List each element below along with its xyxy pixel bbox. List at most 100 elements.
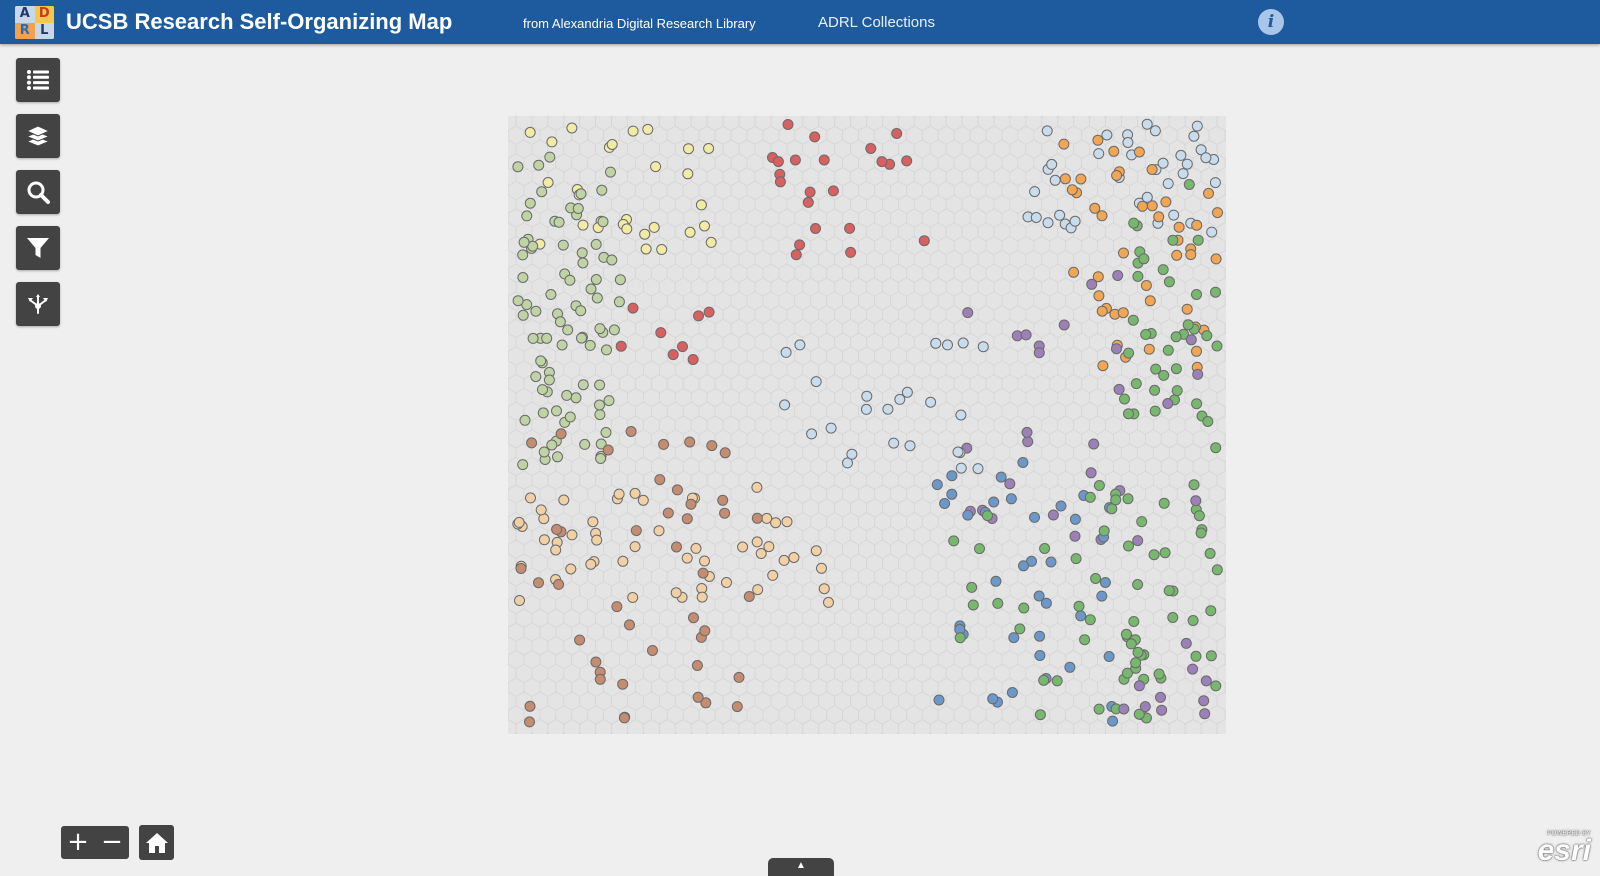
som-point[interactable] [1096, 590, 1108, 602]
som-point[interactable] [585, 283, 597, 295]
som-point[interactable] [543, 374, 555, 386]
som-point[interactable] [1018, 602, 1030, 614]
som-point[interactable] [606, 139, 618, 150]
som-point[interactable] [526, 437, 538, 449]
som-point[interactable] [901, 386, 913, 398]
som-point[interactable] [552, 451, 563, 463]
som-point[interactable] [699, 625, 711, 637]
som-point[interactable] [1092, 134, 1104, 146]
som-point[interactable] [1188, 479, 1200, 491]
som-point[interactable] [1132, 535, 1144, 547]
som-point[interactable] [901, 155, 913, 167]
som-point[interactable] [557, 239, 569, 251]
som-point[interactable] [1205, 605, 1217, 617]
som-point[interactable] [514, 595, 525, 606]
som-point[interactable] [1034, 709, 1046, 721]
som-point[interactable] [536, 186, 548, 198]
search-button[interactable] [16, 170, 60, 214]
som-point[interactable] [653, 525, 665, 537]
som-point[interactable] [681, 513, 693, 525]
som-point[interactable] [1191, 345, 1202, 357]
som-point[interactable] [1210, 253, 1222, 265]
som-point[interactable] [1156, 704, 1168, 716]
som-point[interactable] [537, 407, 549, 419]
som-point[interactable] [703, 143, 715, 154]
som-point[interactable] [1128, 217, 1140, 229]
home-button[interactable] [139, 825, 174, 860]
som-point[interactable] [618, 712, 630, 724]
som-point[interactable] [1206, 226, 1218, 238]
som-point[interactable] [597, 216, 609, 228]
som-point[interactable] [525, 492, 536, 504]
som-point[interactable] [1168, 209, 1180, 221]
som-point[interactable] [721, 577, 732, 588]
som-point[interactable] [696, 591, 708, 603]
som-point[interactable] [1148, 549, 1160, 561]
som-point[interactable] [1187, 663, 1199, 675]
som-point[interactable] [1162, 398, 1174, 409]
som-point[interactable] [810, 223, 821, 234]
som-point[interactable] [1144, 295, 1156, 307]
som-point[interactable] [585, 558, 597, 570]
som-point[interactable] [608, 324, 620, 336]
som-point[interactable] [1075, 173, 1087, 185]
som-point[interactable] [512, 161, 524, 173]
som-point[interactable] [1084, 491, 1096, 503]
som-point[interactable] [790, 249, 802, 261]
som-point[interactable] [695, 199, 707, 211]
som-point[interactable] [629, 541, 641, 553]
som-point[interactable] [1191, 289, 1202, 300]
som-point[interactable] [962, 509, 974, 521]
som-point[interactable] [579, 438, 591, 450]
som-point[interactable] [888, 437, 900, 449]
som-point[interactable] [584, 339, 596, 351]
som-point[interactable] [515, 563, 527, 574]
som-point[interactable] [1203, 187, 1214, 199]
som-point[interactable] [677, 341, 688, 353]
som-point[interactable] [524, 197, 536, 209]
som-point[interactable] [931, 479, 943, 491]
som-point[interactable] [530, 305, 542, 317]
som-point[interactable] [617, 678, 629, 690]
som-point[interactable] [751, 512, 763, 524]
som-point[interactable] [688, 612, 699, 624]
som-point[interactable] [1054, 209, 1066, 221]
som-point[interactable] [1045, 556, 1057, 568]
som-point[interactable] [654, 474, 666, 486]
som-point[interactable] [845, 246, 857, 258]
som-point[interactable] [1188, 130, 1200, 142]
som-point[interactable] [1004, 478, 1016, 490]
som-point[interactable] [1120, 628, 1132, 640]
som-point[interactable] [517, 309, 529, 321]
som-point[interactable] [995, 471, 1007, 483]
som-point[interactable] [1132, 646, 1144, 658]
som-point[interactable] [788, 552, 800, 563]
som-point[interactable] [564, 274, 576, 286]
som-point[interactable] [1159, 547, 1171, 559]
som-point[interactable] [1212, 207, 1223, 219]
som-point[interactable] [1160, 196, 1172, 208]
som-point[interactable] [570, 392, 582, 404]
som-point[interactable] [1139, 701, 1151, 713]
som-point[interactable] [1112, 270, 1124, 281]
som-point[interactable] [1103, 651, 1115, 662]
som-point[interactable] [630, 525, 642, 537]
som-point[interactable] [1173, 221, 1185, 233]
som-point[interactable] [697, 567, 709, 579]
som-point[interactable] [624, 619, 635, 631]
som-point[interactable] [551, 523, 563, 535]
som-point[interactable] [513, 516, 525, 528]
som-point[interactable] [1133, 680, 1145, 692]
som-point[interactable] [782, 119, 794, 130]
som-point[interactable] [1130, 657, 1142, 669]
som-point[interactable] [957, 337, 969, 349]
som-point[interactable] [925, 396, 937, 408]
som-point[interactable] [684, 226, 696, 238]
som-point[interactable] [1190, 495, 1202, 507]
som-point[interactable] [627, 125, 639, 137]
som-point[interactable] [553, 578, 565, 590]
som-point[interactable] [1020, 329, 1032, 341]
som-point[interactable] [1128, 616, 1140, 627]
som-point[interactable] [1185, 249, 1197, 261]
som-point[interactable] [1171, 385, 1183, 397]
